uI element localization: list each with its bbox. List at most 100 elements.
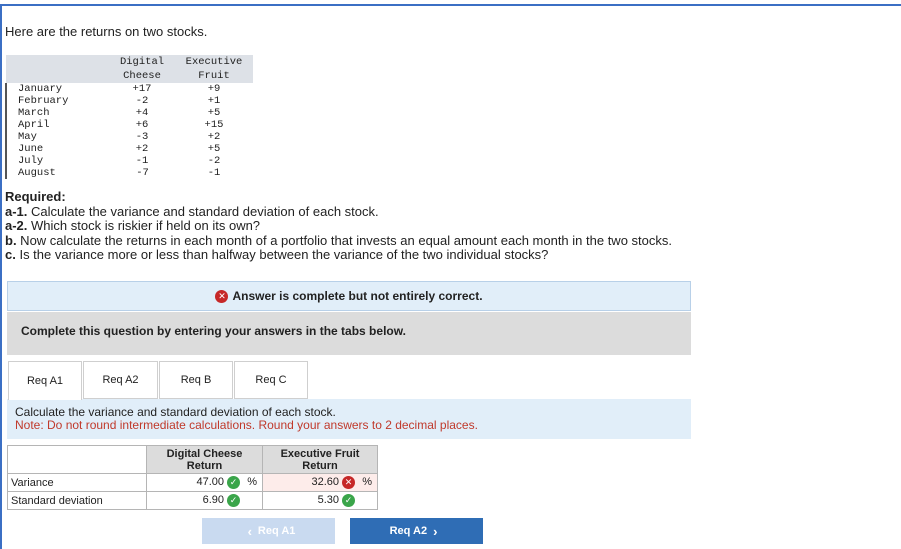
value-cell: +6 [135, 119, 149, 131]
table-row: Standard deviation 6.90 ✓ 5.30 ✓ [7, 491, 378, 510]
value-cell: +5 [207, 143, 221, 155]
row-label-standard-deviation: Standard deviation [7, 491, 147, 510]
month-cell: August [5, 167, 110, 179]
value-cell: +2 [135, 143, 149, 155]
frame-left-border [0, 4, 2, 549]
table-row: April +6 +15 [5, 119, 253, 131]
tab-req-a1[interactable]: Req A1 [8, 361, 82, 400]
value-cell: +1 [207, 95, 221, 107]
value-cell: +2 [207, 131, 221, 143]
chevron-right-icon: › [433, 523, 438, 539]
required-item-key: b. [5, 232, 17, 248]
x-circle-icon: ✕ [215, 289, 229, 303]
month-cell: May [5, 131, 110, 143]
tab-label: Req C [255, 374, 287, 386]
required-section: Required: a-1. Calculate the variance an… [5, 189, 672, 263]
value-cell: +4 [135, 107, 149, 119]
panel-note: Note: Do not round intermediate calculat… [15, 418, 478, 432]
percent-unit: % [362, 476, 372, 488]
stddev-executive-fruit-cell: 5.30 ✓ [262, 491, 378, 510]
required-item-key: a-2. [5, 218, 28, 233]
value-cell: -1 [207, 167, 221, 179]
column-header-digital-cheese: Digital Cheese Return [146, 445, 263, 474]
next-tab-label: Req A2 [389, 525, 428, 537]
header-line: Return [186, 459, 223, 472]
required-item-key: a-1. [5, 203, 28, 219]
prev-tab-button[interactable]: ‹ Req A1 [202, 518, 335, 544]
tab-label: Req B [180, 374, 212, 386]
month-cell: April [5, 119, 110, 131]
header-line: Return [302, 459, 338, 472]
required-item-key: c. [5, 247, 16, 262]
answer-table-corner [7, 445, 147, 474]
table-header-cell [6, 55, 110, 69]
required-title: Required: [5, 189, 66, 204]
required-item-text: Which stock is riskier if held on its ow… [27, 218, 261, 233]
row-label-variance: Variance [7, 473, 147, 492]
table-row: January +17 +9 [5, 83, 253, 95]
tab-label: Req A2 [102, 374, 139, 386]
value-cell: +5 [207, 107, 221, 119]
tab-req-c[interactable]: Req C [234, 361, 308, 399]
required-item-c: c. Is the variance more or less than hal… [5, 247, 672, 263]
value-cell: -2 [135, 95, 149, 107]
prev-tab-label: Req A1 [257, 525, 296, 537]
table-row: May -3 +2 [5, 131, 253, 143]
month-cell: February [5, 95, 110, 107]
required-item-b: b. Now calculate the returns in each mon… [5, 232, 672, 249]
tab-label: Req A1 [26, 375, 64, 387]
variance-digital-cheese-input[interactable]: 47.00 [196, 476, 224, 488]
required-item-a2: a-2. Which stock is riskier if held on i… [5, 218, 672, 234]
variance-executive-fruit-cell: 32.60 ✕ % [262, 473, 378, 492]
variance-digital-cheese-cell: 47.00 ✓ % [146, 473, 263, 492]
value-cell: -3 [135, 131, 149, 143]
variance-executive-fruit-input[interactable]: 32.60 [311, 476, 339, 488]
intro-text: Here are the returns on two stocks. [5, 24, 208, 39]
frame-top-border [0, 4, 901, 6]
table-row: August -7 -1 [5, 167, 253, 179]
tab-req-b[interactable]: Req B [159, 361, 233, 399]
chevron-left-icon: ‹ [247, 523, 252, 539]
table-header-cell: Fruit [175, 69, 253, 83]
value-cell: +9 [207, 83, 221, 95]
header-line: Digital Cheese [166, 447, 243, 460]
checkmark-icon: ✓ [227, 494, 240, 507]
required-item-text: Calculate the variance and standard devi… [27, 203, 379, 219]
percent-unit: % [247, 476, 257, 488]
answer-status-banner: ✕ Answer is complete but not entirely co… [7, 281, 691, 311]
value-cell: +17 [132, 83, 152, 95]
instruction-text: Complete this question by entering your … [7, 312, 691, 355]
table-header-cell: Digital [110, 55, 175, 69]
answer-table: Digital Cheese Return Executive Fruit Retu… [7, 445, 378, 510]
column-header-executive-fruit: Executive Fruit Return [262, 445, 378, 474]
required-item-a1: a-1. Calculate the variance and standard… [5, 203, 672, 220]
stock-returns-table: Digital Executive Cheese Fruit January +1… [5, 55, 253, 179]
value-cell: +15 [204, 119, 224, 131]
table-row: February -2 +1 [5, 95, 253, 107]
table-row: Variance 47.00 ✓ % 32.60 ✕ % [7, 473, 378, 492]
checkmark-icon: ✓ [342, 494, 355, 507]
tab-req-a2[interactable]: Req A2 [83, 361, 158, 399]
month-cell: June [5, 143, 110, 155]
value-cell: -1 [135, 155, 149, 167]
checkmark-icon: ✓ [227, 476, 240, 489]
month-cell: July [5, 155, 110, 167]
stddev-digital-cheese-input[interactable]: 6.90 [203, 494, 224, 506]
month-cell: March [5, 107, 110, 119]
tab-panel-req-a1: Calculate the variance and standard devi… [7, 399, 691, 439]
required-item-text: Is the variance more or less than halfwa… [15, 247, 549, 262]
value-cell: -7 [136, 167, 149, 179]
table-header-cell [6, 69, 110, 83]
header-line: Executive Fruit [280, 447, 360, 460]
table-row: June +2 +5 [5, 143, 253, 155]
stddev-digital-cheese-cell: 6.90 ✓ [146, 491, 263, 510]
month-cell: January [5, 83, 110, 95]
stddev-executive-fruit-input[interactable]: 5.30 [318, 494, 339, 506]
x-circle-icon: ✕ [342, 476, 355, 489]
answer-status-text: Answer is complete but not entirely corr… [232, 289, 483, 303]
table-row: July -1 -2 [5, 155, 253, 167]
table-header-cell: Executive [175, 55, 253, 69]
value-cell: -2 [207, 155, 221, 167]
next-tab-button[interactable]: Req A2 › [350, 518, 483, 544]
table-row: March +4 +5 [5, 107, 253, 119]
